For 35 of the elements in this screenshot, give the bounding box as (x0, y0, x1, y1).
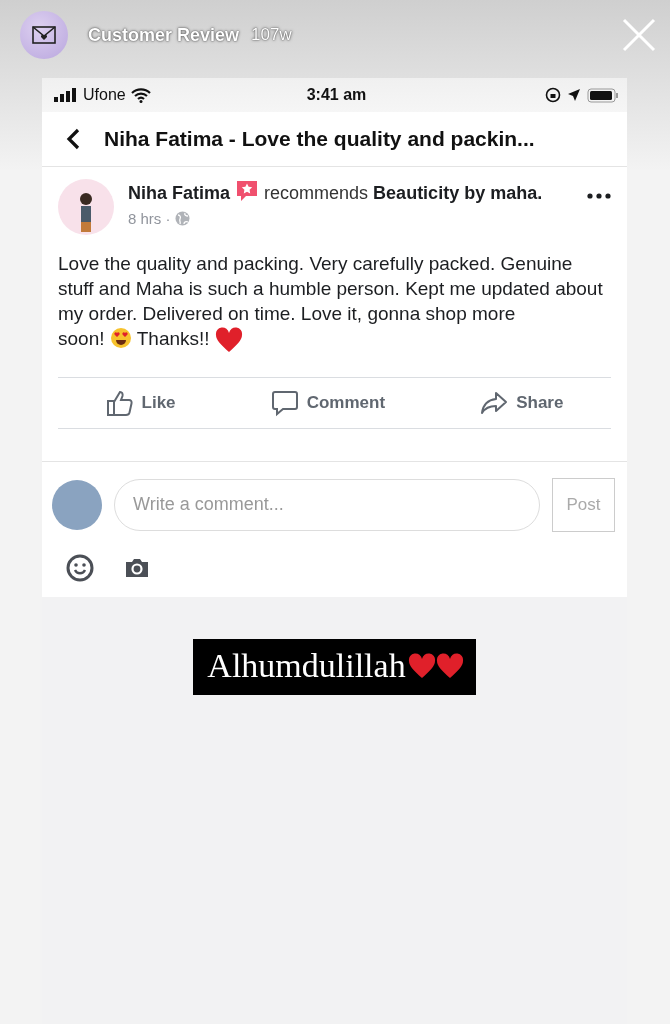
post-text-end: soon! (58, 328, 105, 349)
share-arrow-icon (480, 389, 509, 417)
author-avatar[interactable] (58, 179, 114, 235)
heart-emoji-icon (214, 327, 243, 353)
wifi-icon (130, 87, 151, 103)
battery-icon (587, 87, 619, 103)
comment-field[interactable]: Write a comment... (114, 479, 540, 531)
author-name[interactable]: Niha Fatima (128, 183, 231, 203)
heart-icon (435, 653, 464, 679)
recommendation-star-icon (235, 179, 260, 203)
post-age: 107w (251, 25, 292, 45)
heart-eyes-emoji-icon (109, 327, 132, 349)
location-arrow-icon (567, 88, 581, 102)
emoji-icon[interactable] (66, 554, 94, 582)
clock-time: 3:41 am (305, 86, 368, 104)
speech-bubble-icon (270, 389, 299, 417)
recommendation-text: recommends Beauticity by maha. (264, 183, 543, 203)
signal-icon (54, 88, 78, 102)
more-options-icon[interactable] (587, 193, 611, 199)
carrier-name: Ufone (83, 86, 126, 104)
nav-title: Niha Fatima - Love the quality and packin... (104, 127, 535, 151)
caption-text: Alhumdulillah (207, 647, 407, 685)
user-avatar (52, 480, 102, 530)
share-button[interactable]: Share (476, 385, 568, 421)
globe-icon (174, 211, 190, 226)
post-time: 8 hrs · (128, 209, 171, 229)
account-name[interactable]: Customer Review (88, 24, 240, 46)
like-button[interactable]: Like (101, 385, 180, 421)
thumbs-up-icon (105, 389, 134, 417)
thanks-text: Thanks!! (136, 328, 210, 349)
camera-icon[interactable] (124, 557, 150, 579)
comment-button[interactable]: Comment (266, 385, 390, 421)
account-avatar[interactable] (20, 11, 68, 59)
heart-icon (407, 653, 436, 679)
back-icon[interactable] (66, 128, 80, 150)
